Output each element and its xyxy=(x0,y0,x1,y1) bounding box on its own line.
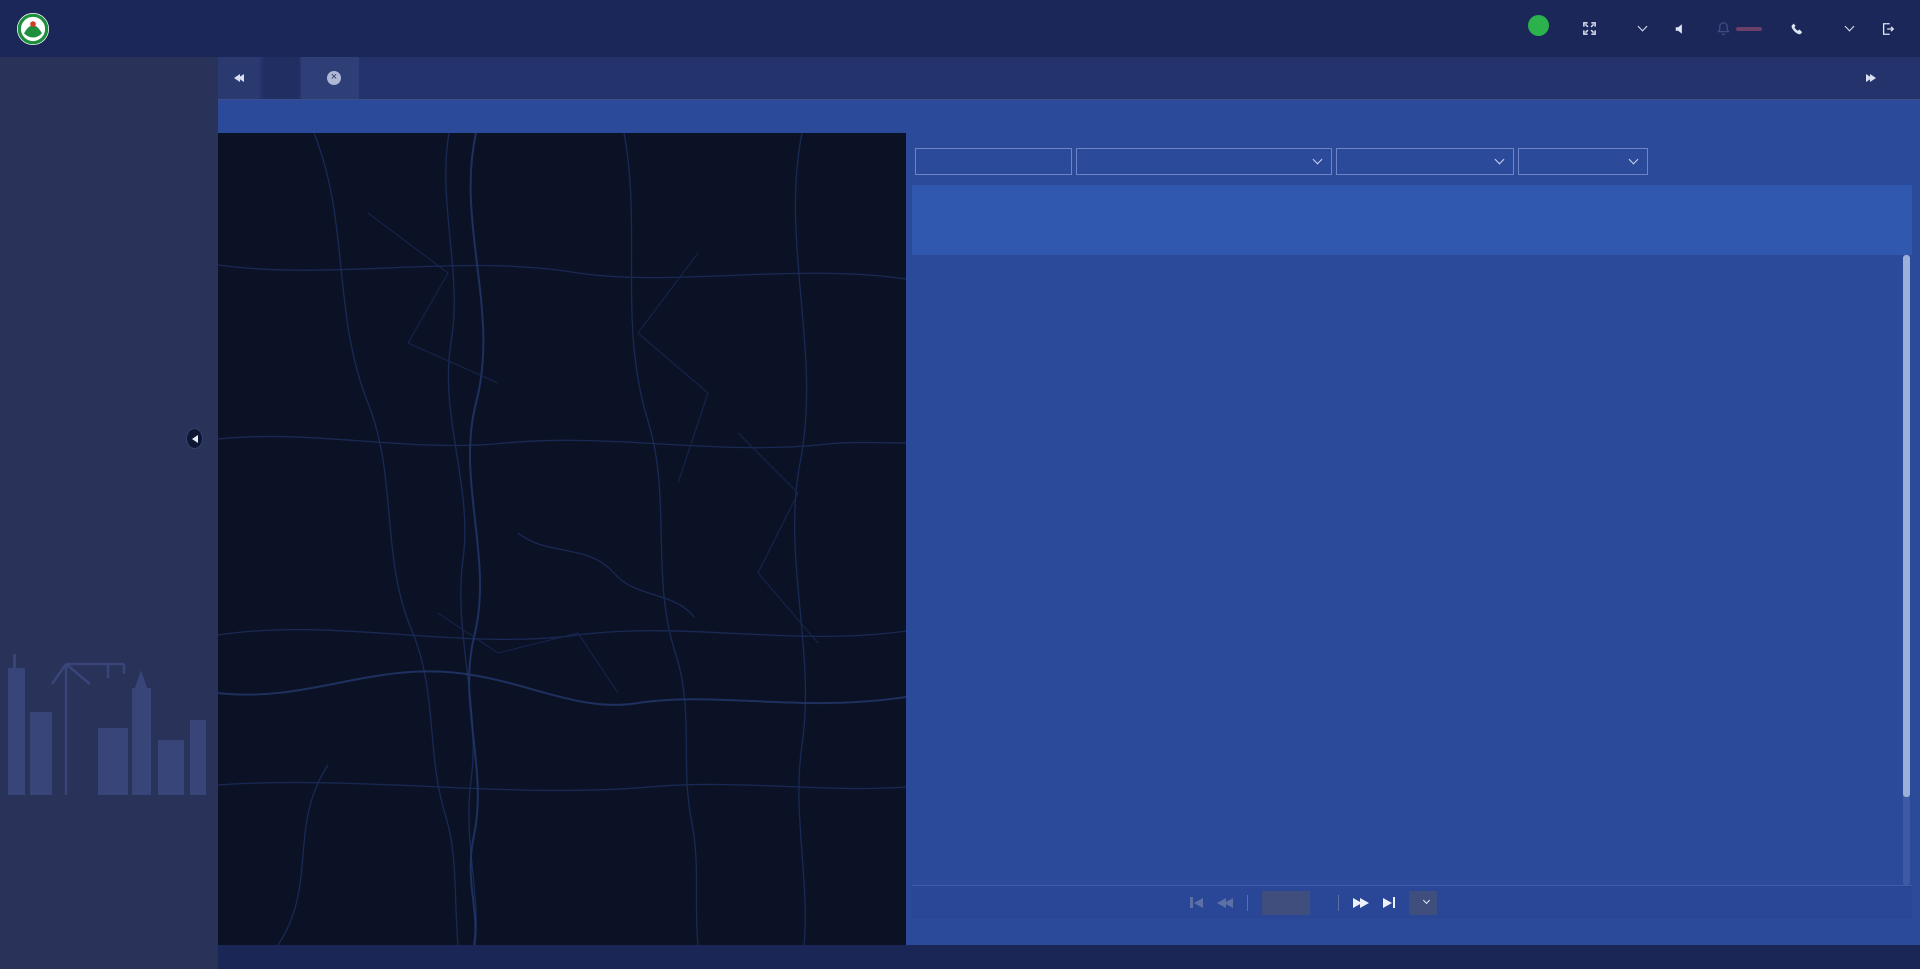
notification-badge xyxy=(1736,27,1762,31)
close-operations-button[interactable] xyxy=(1882,57,1920,99)
chevron-down-icon xyxy=(1845,22,1855,32)
logout-icon xyxy=(1881,22,1895,36)
bell-icon xyxy=(1716,21,1731,36)
help-button[interactable] xyxy=(1790,22,1811,36)
body xyxy=(218,133,1920,945)
pagination xyxy=(912,885,1912,919)
last-page-button[interactable] xyxy=(1383,897,1396,908)
page-size-select[interactable] xyxy=(1409,891,1437,915)
fullscreen-icon xyxy=(1582,21,1597,36)
page-input[interactable] xyxy=(1262,891,1310,915)
brand xyxy=(0,12,64,46)
table-rows xyxy=(912,255,1912,885)
top-header xyxy=(0,0,1920,57)
chevron-down-icon xyxy=(1629,155,1639,165)
theme-menu[interactable] xyxy=(1632,27,1646,30)
filter-bar xyxy=(915,148,1912,175)
stats-bar xyxy=(218,100,1920,133)
header-actions xyxy=(1500,21,1920,36)
divider xyxy=(1247,895,1248,911)
city-skyline-watermark xyxy=(0,630,218,795)
content: × xyxy=(218,57,1920,969)
col-total-meter xyxy=(1645,185,1725,255)
col-region xyxy=(962,185,1118,255)
tabs-scroll-right-button[interactable] xyxy=(1860,57,1882,99)
app-root: × xyxy=(0,0,1920,969)
next-page-button[interactable] xyxy=(1353,898,1369,908)
scrollbar-thumb[interactable] xyxy=(1903,255,1910,797)
app-logo-icon xyxy=(16,12,50,46)
tab-bar: × xyxy=(218,57,1920,100)
org-menu[interactable] xyxy=(1839,27,1853,30)
col-company xyxy=(1118,185,1258,255)
tab-spacer xyxy=(361,57,1860,99)
col-stop-limit xyxy=(1345,185,1470,255)
divider xyxy=(1338,895,1339,911)
industry-filter-select[interactable] xyxy=(1336,148,1514,175)
temperature xyxy=(1528,21,1554,36)
chevron-down-icon xyxy=(1313,155,1323,165)
temperature-badge xyxy=(1528,15,1549,36)
table-scrollbar[interactable] xyxy=(1903,255,1910,885)
logout-button[interactable] xyxy=(1881,22,1902,36)
sound-button[interactable] xyxy=(1674,22,1688,36)
chevron-down-icon xyxy=(1638,22,1648,32)
tabs-scroll-left-button[interactable] xyxy=(218,57,260,99)
sidebar-collapse-handle[interactable] xyxy=(186,428,203,449)
tab-realtime-monitor[interactable]: × xyxy=(301,57,359,99)
col-industry xyxy=(1258,185,1345,255)
col-monitor-points xyxy=(1560,185,1645,255)
chevron-down-icon xyxy=(1423,897,1430,904)
prev-page-button[interactable] xyxy=(1217,898,1233,908)
close-tab-icon[interactable]: × xyxy=(327,71,341,85)
map[interactable] xyxy=(218,133,906,945)
name-filter-input[interactable] xyxy=(915,148,1072,175)
chevron-down-icon xyxy=(1495,155,1505,165)
col-row-number xyxy=(912,185,962,255)
region-filter-select[interactable] xyxy=(1076,148,1332,175)
tab-home[interactable] xyxy=(263,57,299,99)
first-page-button[interactable] xyxy=(1190,897,1203,908)
fullscreen-button[interactable] xyxy=(1582,21,1604,36)
phone-icon xyxy=(1790,22,1804,36)
sidebar xyxy=(0,57,218,969)
notifications-button[interactable] xyxy=(1716,21,1762,36)
col-pollution-facility xyxy=(1470,185,1560,255)
table-header xyxy=(912,185,1912,255)
speaker-icon xyxy=(1674,22,1688,36)
col-run xyxy=(1725,217,1785,255)
main: × xyxy=(0,57,1920,969)
col-lost xyxy=(1845,217,1912,255)
bottom-strip xyxy=(218,945,1920,969)
col-stopped xyxy=(1785,217,1845,255)
map-roads xyxy=(218,133,906,945)
pagination-controls xyxy=(1190,891,1437,915)
monitor-panel xyxy=(912,133,1912,945)
collapse-left-icon xyxy=(192,435,198,443)
status-filter-select[interactable] xyxy=(1518,148,1648,175)
col-point-status-group xyxy=(1725,185,1912,217)
